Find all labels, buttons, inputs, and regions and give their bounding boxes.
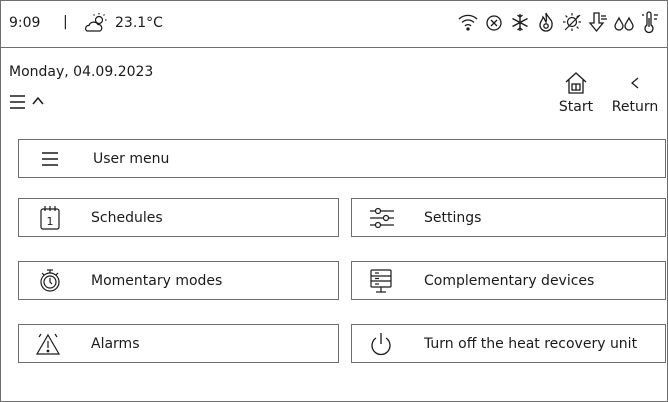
device-list-icon [370,269,392,293]
alarm-warning-icon [35,333,61,355]
user-menu-label: User menu [93,151,170,167]
start-button[interactable]: Start [552,69,600,119]
calendar-icon: 1 [40,206,60,230]
flame-icon [539,12,553,32]
stopwatch-icon [40,269,60,292]
user-menu-button[interactable]: User menu [18,139,666,178]
start-label: Start [558,99,594,115]
wifi-icon [458,14,478,31]
power-icon [371,333,391,356]
settings-label: Settings [424,210,482,226]
return-button[interactable]: Return [611,69,659,119]
hamburger-icon [42,152,58,166]
alarms-button[interactable]: Alarms [18,324,339,363]
calendar-day-number: 1 [47,215,54,228]
menu-collapse-toggle[interactable] [9,92,51,112]
turn-off-unit-button[interactable]: Turn off the heat recovery unit [351,324,666,363]
current-date: Monday, 04.09.2023 [9,64,154,80]
settings-button[interactable]: Settings [351,198,666,237]
x-circle-icon [486,15,502,31]
momentary-modes-label: Momentary modes [91,273,223,289]
outdoor-temperature: 23.1°C [115,15,163,31]
drops-icon [614,16,634,31]
home-icon [565,72,587,94]
momentary-modes-button[interactable]: Momentary modes [18,261,339,300]
complementary-devices-label: Complementary devices [424,273,595,289]
sliders-icon [370,207,394,229]
status-separator: | [63,14,68,30]
fan-down-icon [588,12,607,33]
turn-off-unit-label: Turn off the heat recovery unit [424,336,638,352]
chevron-left-icon [630,77,639,89]
schedules-button[interactable]: 1 Schedules [18,198,339,237]
status-icons [457,10,661,34]
clock-time: 9:09 [9,15,41,31]
sun-off-icon [563,13,581,31]
complementary-devices-button[interactable]: Complementary devices [351,261,666,300]
partly-sunny-icon [85,13,107,32]
schedules-label: Schedules [91,210,163,226]
return-label: Return [611,99,659,115]
thermometer-icon [642,11,658,34]
status-bar: 9:09 | 23.1°C [1,1,667,48]
screen-frame: 9:09 | 23.1°C Monday, 04.09.2023 Start R… [0,0,668,402]
snowflake-icon [512,14,528,31]
alarms-label: Alarms [91,336,140,352]
